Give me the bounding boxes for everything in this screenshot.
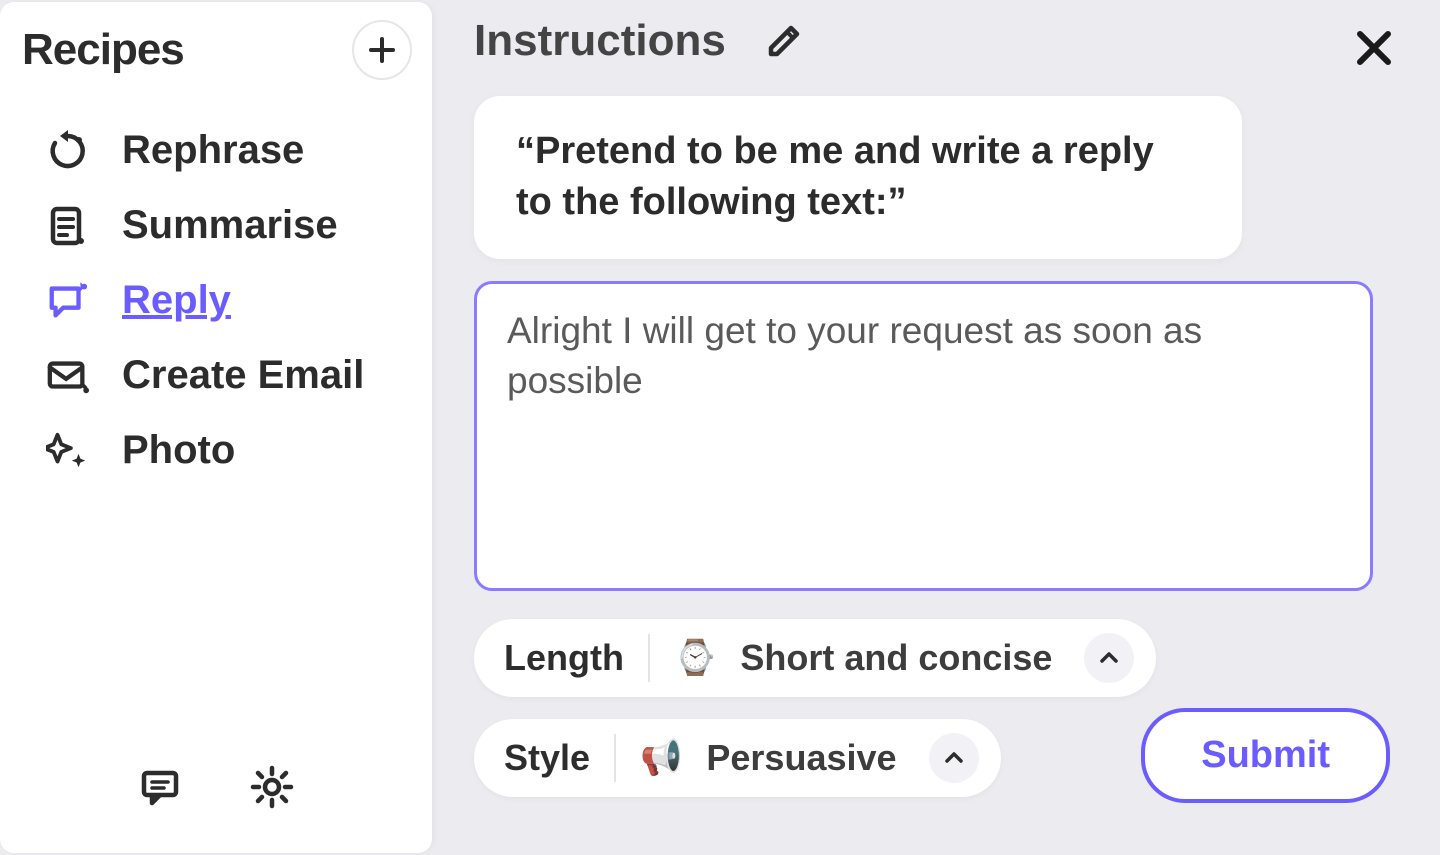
style-expand-button[interactable] bbox=[929, 733, 979, 783]
chat-button[interactable] bbox=[134, 761, 186, 813]
instructions-panel: Instructions “Pretend to be me and write… bbox=[434, 0, 1440, 855]
length-selector[interactable]: Length ⌚ Short and concise bbox=[474, 619, 1156, 697]
sidebar-item-summarise[interactable]: Summarise bbox=[46, 203, 414, 248]
style-selector[interactable]: Style 📢 Persuasive bbox=[474, 719, 1001, 797]
close-button[interactable] bbox=[1348, 22, 1400, 74]
summarise-icon bbox=[46, 204, 90, 248]
recipe-label: Rephrase bbox=[122, 128, 304, 173]
add-recipe-button[interactable] bbox=[352, 20, 412, 80]
email-icon bbox=[46, 354, 90, 398]
pencil-icon bbox=[765, 22, 803, 60]
style-label: Style bbox=[504, 737, 590, 779]
settings-button[interactable] bbox=[246, 761, 298, 813]
photo-icon bbox=[46, 429, 90, 473]
rephrase-icon bbox=[46, 129, 90, 173]
submit-button[interactable]: Submit bbox=[1141, 708, 1390, 803]
length-expand-button[interactable] bbox=[1084, 633, 1134, 683]
main-header: Instructions bbox=[474, 16, 1410, 66]
reply-icon bbox=[46, 279, 90, 323]
reply-input[interactable] bbox=[507, 306, 1340, 566]
reply-input-container[interactable] bbox=[474, 281, 1373, 591]
length-value: Short and concise bbox=[740, 637, 1052, 679]
chat-icon bbox=[138, 765, 182, 809]
sidebar-footer bbox=[0, 761, 432, 813]
recipe-label: Reply bbox=[122, 278, 231, 323]
watch-icon: ⌚ bbox=[674, 638, 716, 678]
sidebar-title: Recipes bbox=[22, 25, 184, 75]
divider bbox=[648, 634, 650, 682]
sidebar-item-create-email[interactable]: Create Email bbox=[46, 353, 414, 398]
chevron-up-icon bbox=[1098, 647, 1120, 669]
gear-icon bbox=[249, 764, 295, 810]
sidebar-item-reply[interactable]: Reply bbox=[46, 278, 414, 323]
length-label: Length bbox=[504, 637, 624, 679]
sidebar-item-rephrase[interactable]: Rephrase bbox=[46, 128, 414, 173]
recipe-list: Rephrase Summarise Reply Create Email Ph bbox=[22, 128, 414, 473]
sidebar-item-photo[interactable]: Photo bbox=[46, 428, 414, 473]
chevron-up-icon bbox=[943, 747, 965, 769]
instruction-prompt: “Pretend to be me and write a reply to t… bbox=[474, 96, 1242, 259]
recipes-sidebar: Recipes Rephrase Summarise Reply bbox=[0, 2, 432, 853]
close-icon bbox=[1354, 28, 1394, 68]
recipe-label: Summarise bbox=[122, 203, 338, 248]
plus-icon bbox=[367, 35, 397, 65]
style-value: Persuasive bbox=[706, 737, 896, 779]
divider bbox=[614, 734, 616, 782]
sidebar-header: Recipes bbox=[22, 20, 414, 80]
edit-instructions-button[interactable] bbox=[762, 19, 806, 63]
main-title: Instructions bbox=[474, 16, 726, 66]
recipe-label: Photo bbox=[122, 428, 235, 473]
megaphone-icon: 📢 bbox=[640, 738, 682, 778]
recipe-label: Create Email bbox=[122, 353, 364, 398]
